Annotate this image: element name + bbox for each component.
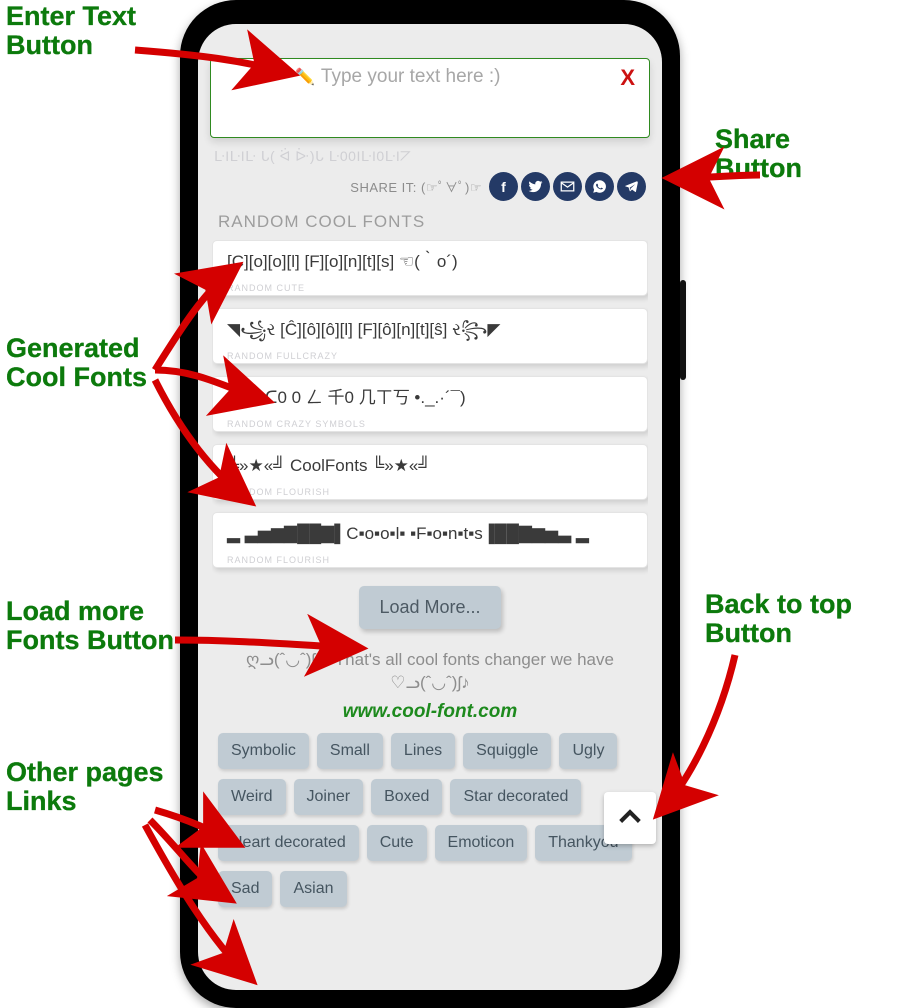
font-card[interactable]: (‾̄ ‾̄)• ᑕ0 0 ㄥ 千0 几ㄒ丂 •._.·´¯) RANDOM C… xyxy=(212,376,648,432)
font-card-subtitle: RANDOM FULLCRAZY xyxy=(227,351,338,361)
chip-cute[interactable]: Cute xyxy=(367,825,427,861)
category-chips: Symbolic Small Lines Squiggle Ugly Weird… xyxy=(212,733,648,913)
chip-ugly[interactable]: Ugly xyxy=(559,733,617,769)
facebook-icon[interactable]: f xyxy=(489,172,518,201)
text-input-placeholder: Type your text here :) xyxy=(321,65,616,88)
chip-heart-decorated[interactable]: Heart decorated xyxy=(218,825,359,861)
font-card[interactable]: ◥꧁ર [Ĉ][ô][ô][l] [F][ô][n][t][ŝ] ર꧂◤ RAN… xyxy=(212,308,648,364)
phone-frame: ✏️ Type your text here :) X ᒷIᒷIᒷ ᒐ( ᐛ ᐕ… xyxy=(180,0,680,1008)
font-card[interactable]: ╚»★«╝ CoolFonts ╚»★«╝ RANDOM FLOURISH xyxy=(212,444,648,500)
annotation-enter-text: Enter Text Button xyxy=(6,2,136,60)
chip-weird[interactable]: Weird xyxy=(218,779,286,815)
chip-sad[interactable]: Sad xyxy=(218,871,272,907)
chip-boxed[interactable]: Boxed xyxy=(371,779,442,815)
font-card[interactable]: ▂ ▃▅▆▇██▇▌C▪o▪o▪l▪ ▪F▪o▪n▪t▪s▐██▇▆▅▃ ▂ R… xyxy=(212,512,648,568)
font-card-subtitle: RANDOM FLOURISH xyxy=(227,555,330,565)
font-card-text: ▂ ▃▅▆▇██▇▌C▪o▪o▪l▪ ▪F▪o▪n▪t▪s▐██▇▆▅▃ ▂ xyxy=(227,523,633,545)
load-more-button[interactable]: Load More... xyxy=(359,586,500,629)
chip-lines[interactable]: Lines xyxy=(391,733,455,769)
text-input-card[interactable]: ✏️ Type your text here :) X xyxy=(210,58,650,138)
site-url-link[interactable]: www.cool-font.com xyxy=(212,701,648,723)
font-card[interactable]: [C][o][o][l] [F][o][n][t][s] ☜(｀o´) RAND… xyxy=(212,240,648,296)
whatsapp-icon[interactable] xyxy=(585,172,614,201)
chip-emoticon[interactable]: Emoticon xyxy=(435,825,528,861)
annotation-other-links: Other pages Links xyxy=(6,758,164,816)
share-label: SHARE IT: (☞ﾟ∀ﾟ)☞ xyxy=(350,177,482,196)
annotation-load-more: Load more Fonts Button xyxy=(6,597,174,655)
end-message: ღᓗ(ˆ◡ˆ)ʃ♡ That's all cool fonts changer … xyxy=(212,649,648,695)
section-title: RANDOM COOL FONTS xyxy=(218,212,425,232)
chip-squiggle[interactable]: Squiggle xyxy=(463,733,551,769)
font-card-subtitle: RANDOM CRAZY SYMBOLS xyxy=(227,419,366,429)
twitter-icon[interactable] xyxy=(521,172,550,201)
font-card-text: [C][o][o][l] [F][o][n][t][s] ☜(｀o´) xyxy=(227,251,633,273)
annotation-generated: Generated Cool Fonts xyxy=(6,334,147,392)
faded-background-text: ᒷIᒷIᒷ ᒐ( ᐛ ᐕ)ᒐ ᒷ00IᒷI0ᒷI⦢ xyxy=(214,148,646,165)
back-to-top-button[interactable] xyxy=(604,792,656,844)
chip-small[interactable]: Small xyxy=(317,733,383,769)
chip-symbolic[interactable]: Symbolic xyxy=(218,733,309,769)
font-card-subtitle: RANDOM FLOURISH xyxy=(227,487,330,497)
share-row: SHARE IT: (☞ﾟ∀ﾟ)☞ f xyxy=(350,172,646,201)
font-card-text: ◥꧁ર [Ĉ][ô][ô][l] [F][ô][n][t][ŝ] ર꧂◤ xyxy=(227,319,633,341)
annotation-back-to-top: Back to top Button xyxy=(705,590,852,648)
chevron-up-icon xyxy=(616,804,644,832)
font-card-text: ╚»★«╝ CoolFonts ╚»★«╝ xyxy=(227,455,633,477)
chip-asian[interactable]: Asian xyxy=(280,871,346,907)
pencil-icon: ✏️ xyxy=(295,67,315,87)
chip-joiner[interactable]: Joiner xyxy=(294,779,364,815)
annotation-share-btn: Share Button xyxy=(715,125,802,183)
clear-input-button[interactable]: X xyxy=(616,65,639,91)
chip-star-decorated[interactable]: Star decorated xyxy=(450,779,581,815)
phone-screen: ✏️ Type your text here :) X ᒷIᒷIᒷ ᒐ( ᐛ ᐕ… xyxy=(198,24,662,990)
font-card-text: (‾̄ ‾̄)• ᑕ0 0 ㄥ 千0 几ㄒ丂 •._.·´¯) xyxy=(227,387,633,409)
content-area: [C][o][o][l] [F][o][n][t][s] ☜(｀o´) RAND… xyxy=(212,240,648,990)
email-icon[interactable] xyxy=(553,172,582,201)
phone-power-button xyxy=(680,280,686,380)
telegram-icon[interactable] xyxy=(617,172,646,201)
font-card-subtitle: RANDOM CUTE xyxy=(227,283,305,293)
